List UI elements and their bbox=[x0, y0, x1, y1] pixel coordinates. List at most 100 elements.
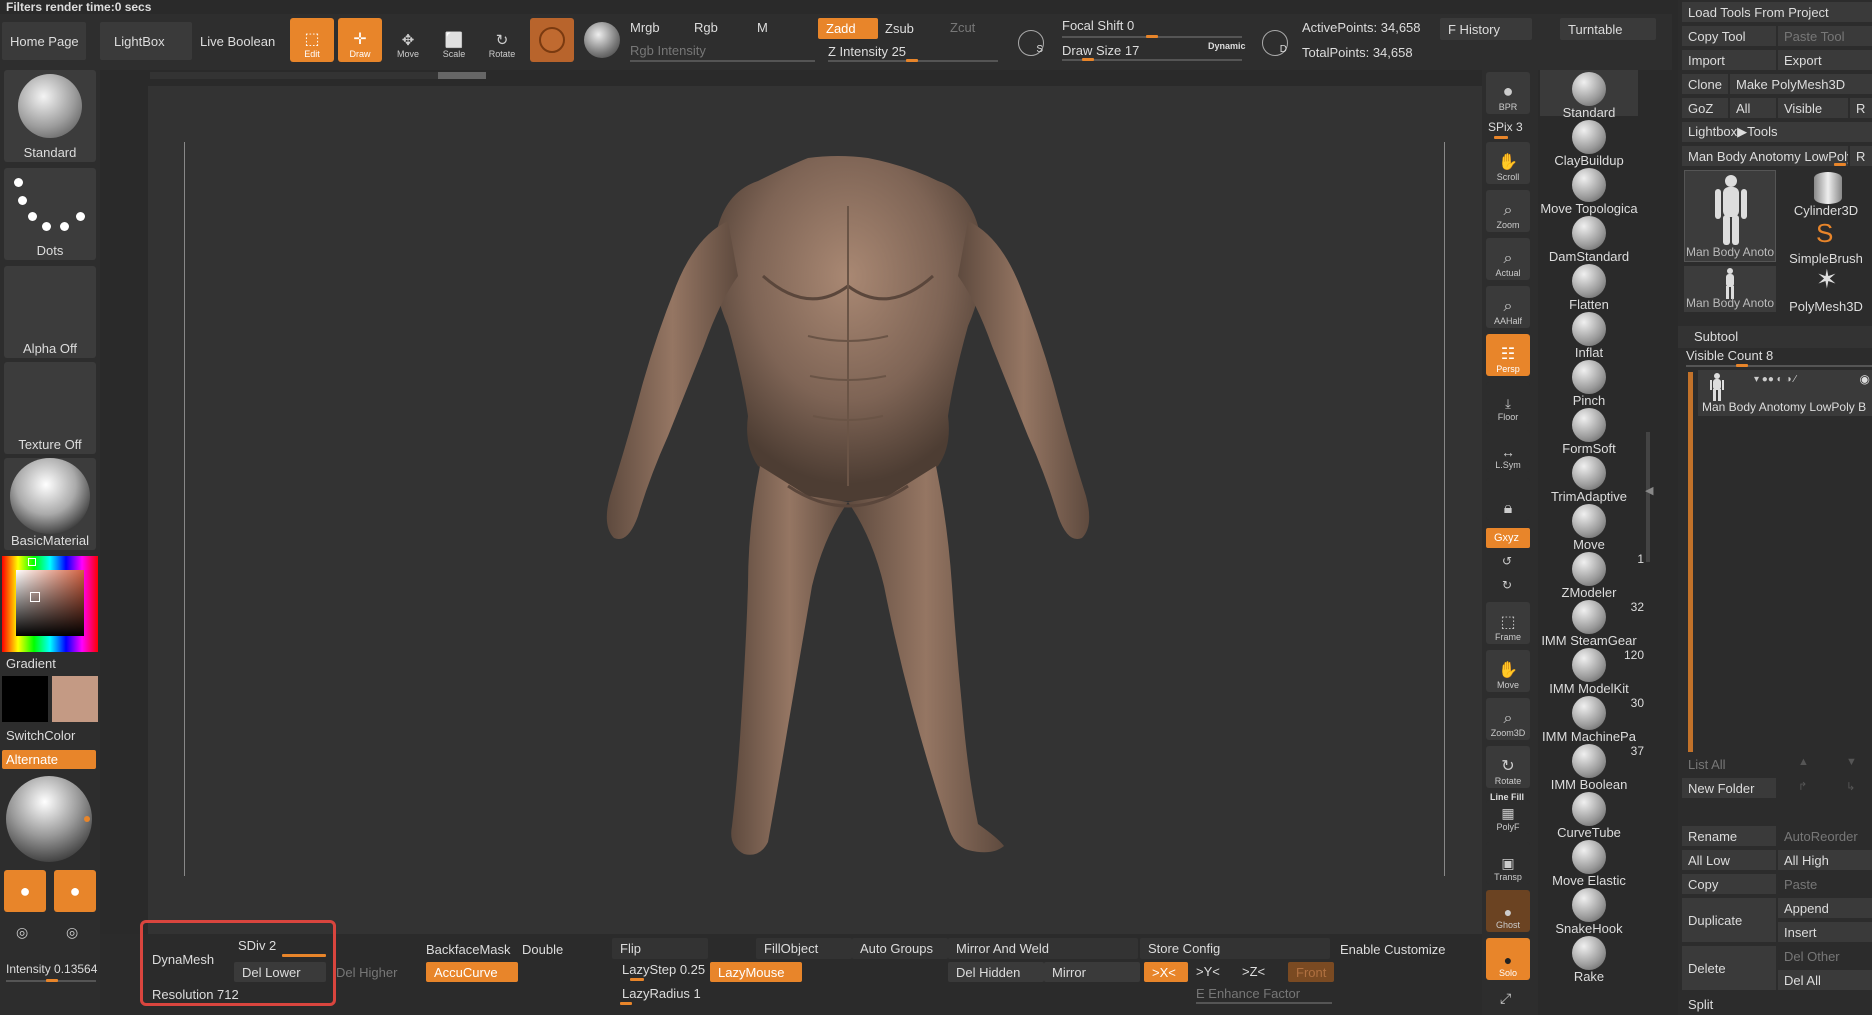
bpr-button[interactable]: ● BPR bbox=[1486, 72, 1530, 114]
rotate-view-button[interactable]: ↻ Rotate bbox=[1486, 746, 1530, 788]
goz-all-button[interactable]: All bbox=[1730, 98, 1776, 118]
goz-r-button[interactable]: R bbox=[1850, 98, 1872, 118]
brush-item[interactable]: Move Topologica bbox=[1540, 166, 1638, 216]
rotate-y-icon[interactable]: ↺ bbox=[1502, 554, 1512, 568]
color-picker[interactable] bbox=[2, 556, 98, 652]
light-position-marker[interactable] bbox=[84, 816, 90, 822]
tool-thumb-polymesh3d[interactable]: ✶ PolyMesh3D bbox=[1780, 264, 1872, 314]
move-mode-button[interactable]: ✥ Move bbox=[386, 18, 430, 62]
brush-item[interactable]: Move Elastic bbox=[1540, 838, 1638, 888]
del-other-button[interactable]: Del Other bbox=[1778, 946, 1872, 966]
export-button[interactable]: Export bbox=[1778, 50, 1872, 70]
mirror-and-weld-button[interactable]: Mirror And Weld bbox=[948, 938, 1138, 959]
material-swatch-button[interactable] bbox=[530, 18, 574, 62]
material-selector[interactable]: BasicMaterial bbox=[4, 458, 96, 550]
rotate-mode-button[interactable]: ↻ Rotate bbox=[480, 18, 524, 62]
del-lower-button[interactable]: Del Lower bbox=[234, 962, 326, 982]
home-page-button[interactable]: Home Page bbox=[2, 22, 86, 60]
lightbox-tools-button[interactable]: Lightbox▶Tools bbox=[1682, 122, 1872, 142]
accucurve-button[interactable]: AccuCurve bbox=[426, 962, 518, 982]
del-all-button[interactable]: Del All bbox=[1778, 970, 1872, 990]
new-folder-button[interactable]: New Folder bbox=[1682, 778, 1776, 798]
goz-visible-button[interactable]: Visible bbox=[1778, 98, 1848, 118]
auto-reorder-button[interactable]: AutoReorder bbox=[1778, 826, 1872, 846]
light-bulb-button-2[interactable]: ● bbox=[54, 870, 96, 912]
brush-selector[interactable]: Standard bbox=[4, 70, 96, 162]
paste-subtool-button[interactable]: Paste bbox=[1778, 874, 1872, 894]
brush-item[interactable]: SnakeHook bbox=[1540, 886, 1638, 936]
front-button[interactable]: Front bbox=[1288, 962, 1334, 982]
move-view-button[interactable]: ✋ Move bbox=[1486, 650, 1530, 692]
light-bulb-button-1[interactable]: ● bbox=[4, 870, 46, 912]
current-tool-r-button[interactable]: R bbox=[1850, 146, 1872, 166]
z-symmetry-button[interactable]: >Z< bbox=[1242, 964, 1265, 979]
sdiv-slider[interactable]: SDiv 2 bbox=[238, 938, 276, 953]
duplicate-button[interactable]: Duplicate bbox=[1682, 898, 1776, 942]
frame-button[interactable]: ⬚ Frame bbox=[1486, 602, 1530, 644]
brush-item[interactable]: FormSoft bbox=[1540, 406, 1638, 456]
auto-groups-button[interactable]: Auto Groups bbox=[852, 938, 948, 959]
subtool-visibility-toggles[interactable]: ▾ ●● ◐ ◑ ∕ bbox=[1754, 374, 1796, 385]
switch-color-button[interactable]: SwitchColor bbox=[6, 728, 75, 743]
scroll-button[interactable]: ✋ Scroll bbox=[1486, 142, 1530, 184]
ghost-button[interactable]: ● Ghost bbox=[1486, 890, 1530, 932]
insert-button[interactable]: Insert bbox=[1778, 922, 1872, 942]
tool-thumb-cylinder3d[interactable]: Cylinder3D bbox=[1780, 170, 1872, 218]
y-symmetry-button[interactable]: >Y< bbox=[1196, 964, 1220, 979]
folder-arrow-icon[interactable]: ↱ bbox=[1798, 780, 1807, 793]
zoom-button[interactable]: ⌕ Zoom bbox=[1486, 190, 1530, 232]
brush-item[interactable]: IMM MachinePa 30 bbox=[1540, 694, 1644, 744]
all-low-button[interactable]: All Low bbox=[1682, 850, 1776, 870]
main-color-swatch[interactable] bbox=[52, 676, 98, 722]
brush-item[interactable]: IMM ModelKit 120 bbox=[1540, 646, 1644, 696]
brush-palette-scrollbar[interactable] bbox=[1646, 432, 1650, 562]
turntable-button[interactable]: Turntable bbox=[1560, 18, 1656, 40]
tool-thumb-man-body-2[interactable]: Man Body Anoto bbox=[1684, 266, 1776, 312]
current-tool-slider[interactable]: Man Body Anotomy LowPoly I bbox=[1682, 146, 1848, 166]
actual-button[interactable]: ⌕ Actual bbox=[1486, 238, 1530, 280]
document-canvas[interactable] bbox=[148, 86, 1482, 934]
x-symmetry-button[interactable]: >X< bbox=[1144, 962, 1188, 982]
light-bulb-icon[interactable]: ◎ bbox=[16, 924, 28, 941]
brush-item[interactable]: Move bbox=[1540, 502, 1638, 552]
eye-icon[interactable]: ◉ bbox=[1860, 372, 1870, 386]
brush-item[interactable]: Standard bbox=[1540, 70, 1638, 120]
copy-subtool-button[interactable]: Copy bbox=[1682, 874, 1776, 894]
m-button[interactable]: M bbox=[757, 20, 768, 35]
intensity-slider[interactable]: Intensity 0.13564 bbox=[6, 962, 97, 976]
brush-item[interactable]: Pinch bbox=[1540, 358, 1638, 408]
secondary-color-swatch[interactable] bbox=[2, 676, 48, 722]
f-history-button[interactable]: F History bbox=[1440, 18, 1532, 40]
list-all-button[interactable]: List All bbox=[1682, 754, 1776, 774]
light-sphere[interactable] bbox=[6, 776, 92, 862]
import-button[interactable]: Import bbox=[1682, 50, 1776, 70]
xyz-button[interactable]: Gxyz bbox=[1486, 528, 1530, 548]
z-intensity-slider[interactable]: Z Intensity 25 bbox=[828, 44, 906, 59]
brush-item[interactable]: IMM SteamGear 32 bbox=[1540, 598, 1644, 648]
transp-button[interactable]: ▣ Transp bbox=[1486, 842, 1530, 884]
resolution-slider[interactable]: Resolution 712 bbox=[152, 987, 239, 1002]
zadd-button[interactable]: Zadd bbox=[818, 18, 878, 39]
lock-button[interactable]: 🔒︎ bbox=[1486, 478, 1530, 520]
double-button[interactable]: Double bbox=[522, 942, 563, 957]
brush-item[interactable]: IMM Boolean 37 bbox=[1540, 742, 1644, 792]
floor-button[interactable]: ⤓ Floor bbox=[1486, 382, 1530, 424]
color-picker-square[interactable] bbox=[16, 570, 84, 636]
backface-mask-button[interactable]: BackfaceMask bbox=[426, 942, 511, 957]
rename-button[interactable]: Rename bbox=[1682, 826, 1776, 846]
delete-button[interactable]: Delete bbox=[1682, 946, 1776, 990]
del-higher-button[interactable]: Del Higher bbox=[336, 965, 397, 980]
brush-item[interactable]: DamStandard bbox=[1540, 214, 1638, 264]
all-high-button[interactable]: All High bbox=[1778, 850, 1872, 870]
brush-item[interactable]: ZModeler 1 bbox=[1540, 550, 1644, 600]
persp-button[interactable]: ☷ Persp bbox=[1486, 334, 1530, 376]
copy-tool-button[interactable]: Copy Tool bbox=[1682, 26, 1776, 46]
split-button[interactable]: Split bbox=[1682, 994, 1872, 1014]
aahalf-button[interactable]: ⌕ AAHalf bbox=[1486, 286, 1530, 328]
texture-selector[interactable]: Texture Off bbox=[4, 362, 96, 454]
lsym-button[interactable]: ↔ L.Sym bbox=[1486, 430, 1530, 472]
light-bulb-icon[interactable]: ◎ bbox=[66, 924, 78, 941]
enhance-factor-slider[interactable]: E Enhance Factor bbox=[1196, 986, 1300, 1001]
collapse-arrow-icon[interactable]: ◀ bbox=[1645, 484, 1653, 497]
fill-object-button[interactable]: FillObject bbox=[756, 938, 852, 959]
